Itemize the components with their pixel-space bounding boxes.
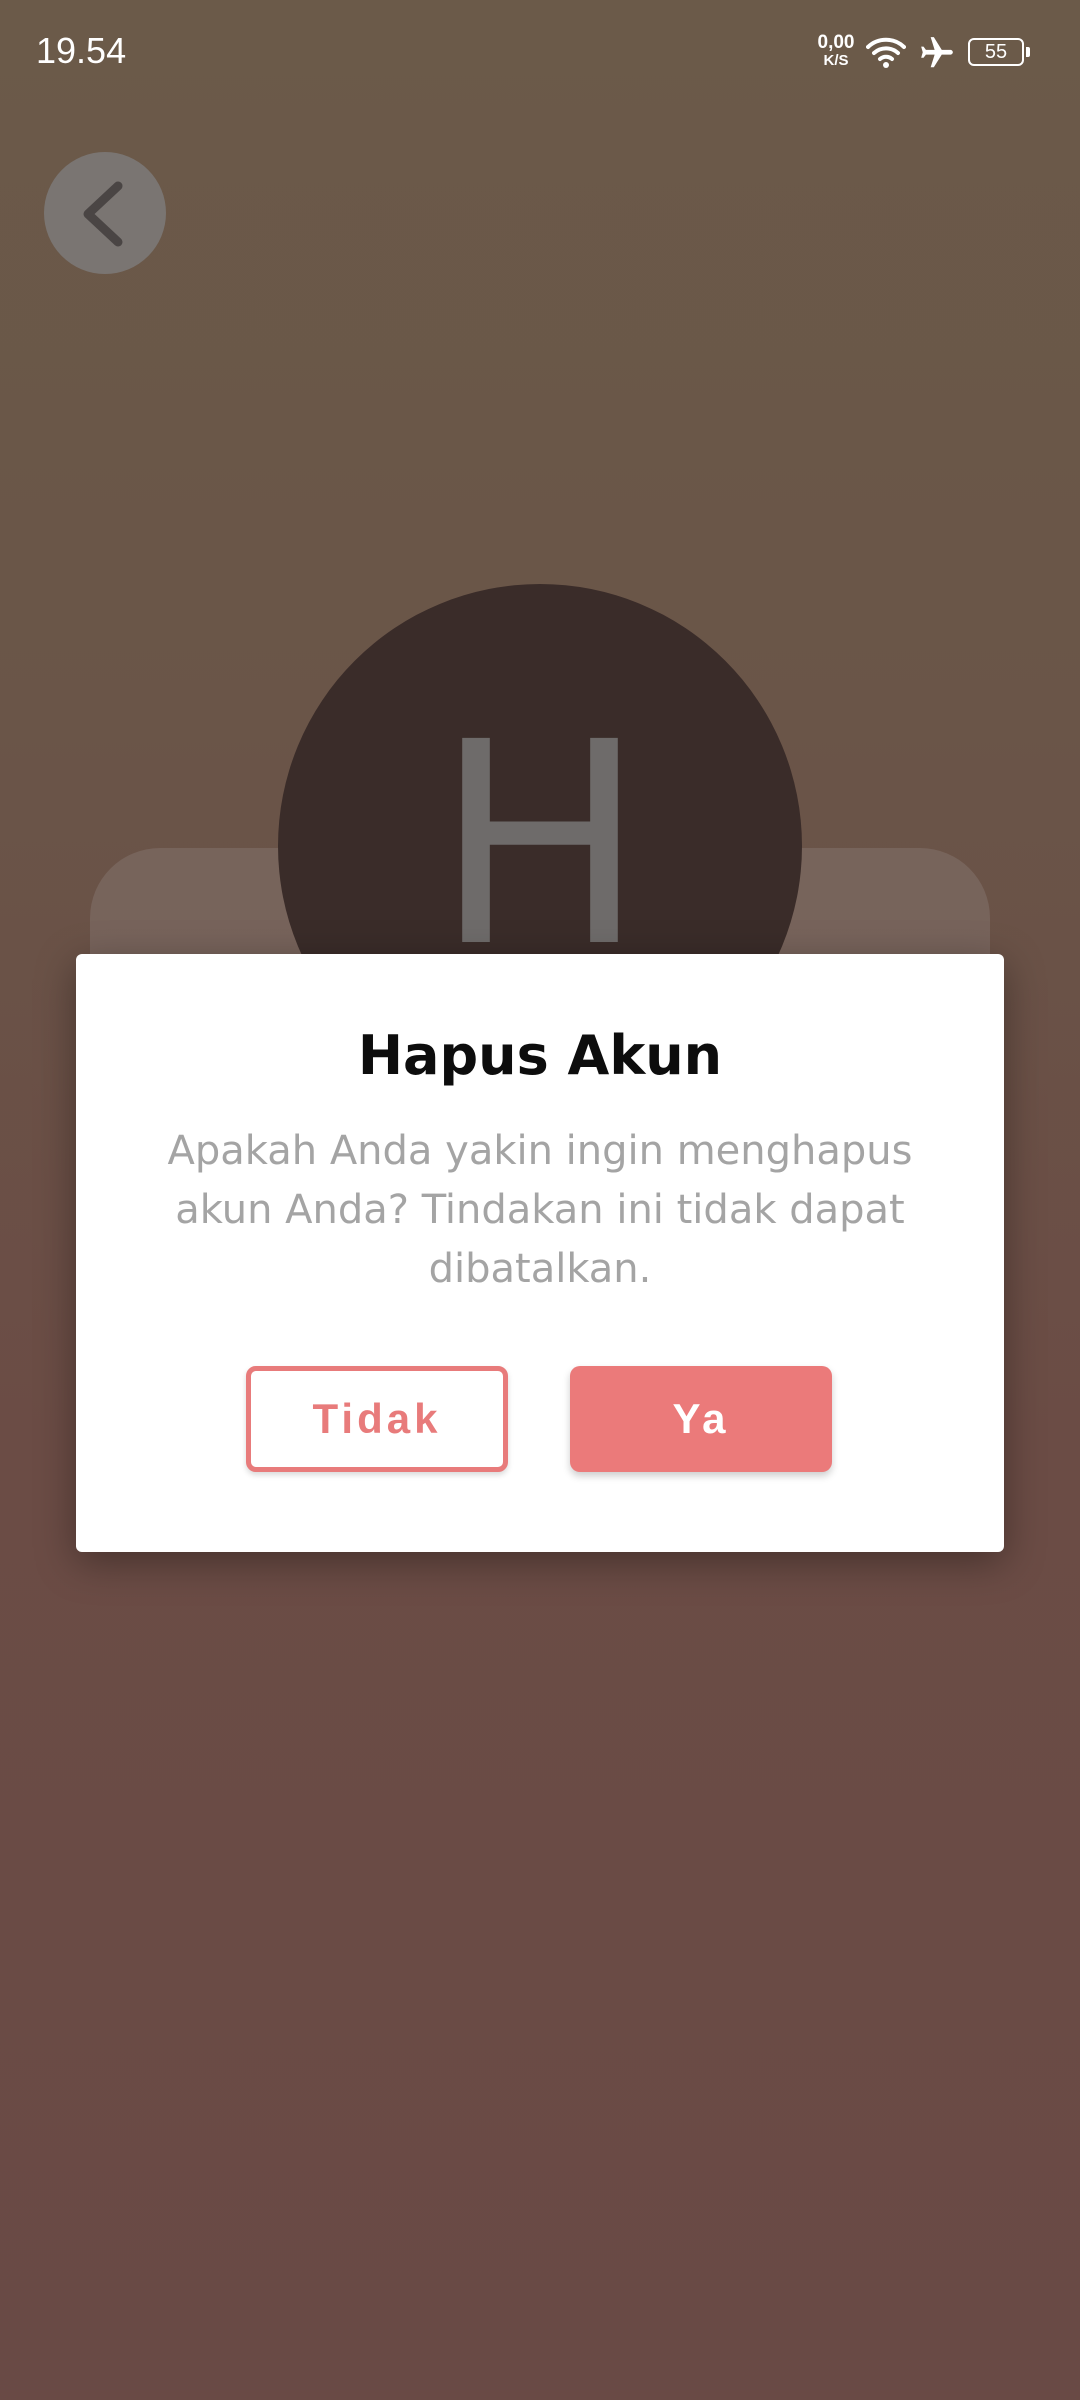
status-time: 19.54	[36, 30, 127, 71]
dialog-title: Hapus Akun	[357, 1024, 723, 1087]
network-speed-value: 0,00	[817, 32, 855, 53]
confirm-button[interactable]: Ya	[570, 1366, 832, 1472]
chevron-left-icon	[83, 181, 123, 247]
airplane-mode-icon	[918, 34, 956, 72]
screen: 19.54 0,00 K/S 55 H Hapus Akun Apakah An…	[0, 0, 1080, 2400]
battery-level: 55	[968, 38, 1024, 66]
wifi-icon	[866, 36, 906, 70]
delete-account-dialog: Hapus Akun Apakah Anda yakin ingin mengh…	[76, 954, 1004, 1552]
network-speed: 0,00 K/S	[812, 32, 860, 70]
battery-tip	[1026, 47, 1030, 57]
status-bar: 19.54 0,00 K/S 55	[0, 0, 1080, 110]
network-speed-unit: K/S	[823, 52, 849, 69]
back-button[interactable]	[44, 152, 166, 274]
dialog-message: Apakah Anda yakin ingin menghapus akun A…	[167, 1128, 913, 1292]
cancel-button[interactable]: Tidak	[246, 1366, 508, 1472]
battery-icon: 55	[968, 38, 1032, 68]
